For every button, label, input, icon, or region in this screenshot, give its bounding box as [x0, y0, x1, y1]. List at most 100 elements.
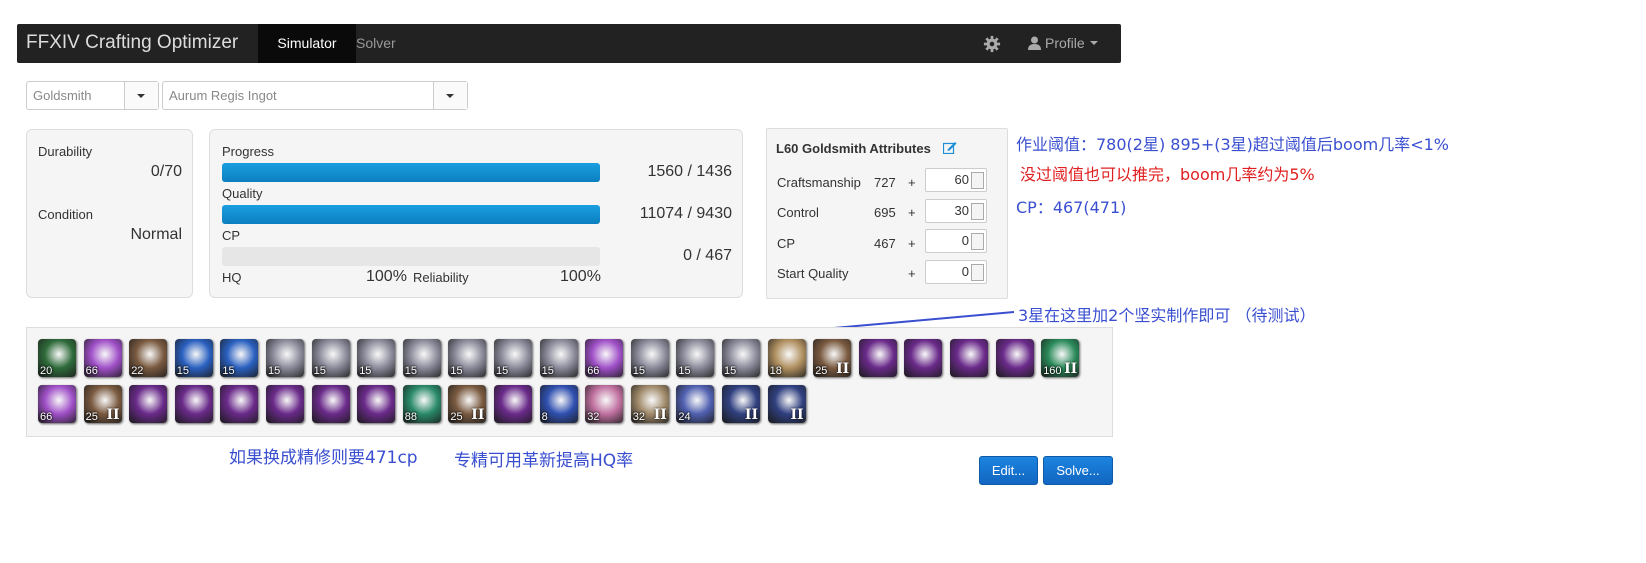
steady-hand-icon[interactable]: 15 — [676, 339, 715, 377]
attr-base: 727 — [874, 175, 896, 190]
action-cost: 15 — [541, 365, 554, 377]
edit-icon[interactable] — [943, 141, 957, 154]
byregot-touch-icon[interactable] — [357, 385, 396, 423]
basic-touch-ii-icon[interactable]: 25 II — [83, 385, 122, 423]
steady-hand-icon[interactable]: 15 — [630, 339, 669, 377]
start-quality-input[interactable]: 0 — [925, 260, 987, 284]
spinner-icon[interactable] — [971, 203, 984, 220]
reflect-icon[interactable]: 32 — [585, 385, 624, 423]
cp-value: 0 / 467 — [683, 247, 732, 264]
quality-value: 11074 / 9430 — [639, 205, 732, 222]
tab-solver[interactable]: Solver — [356, 24, 396, 63]
note-three-star: 3星在这里加2个坚实制作即可 （待测试） — [1018, 306, 1316, 325]
chevron-down-icon — [446, 94, 454, 98]
action-cost: 20 — [40, 365, 53, 377]
steady-hand-icon[interactable]: 15 — [311, 339, 350, 377]
progress-bar — [222, 163, 600, 182]
byregot-touch-icon[interactable] — [995, 339, 1034, 377]
note-threshold: 作业阈值：780(2星) 895+(3星)超过阈值后boom几率<1% — [1016, 135, 1450, 154]
precise-touch-icon[interactable]: 8 — [539, 385, 578, 423]
progress-bar-fill — [222, 163, 600, 182]
cp-input[interactable]: 0 — [925, 229, 987, 253]
spinner-icon[interactable] — [971, 233, 984, 250]
flawless-synthesis-ii-icon[interactable]: II — [722, 385, 760, 423]
hand-touch-icon[interactable]: 22 — [129, 339, 168, 377]
edit-button[interactable]: Edit... — [979, 456, 1038, 485]
steady-hand-icon[interactable]: 15 — [539, 339, 578, 377]
innovation-icon[interactable]: 18 — [767, 339, 806, 377]
tab-simulator[interactable]: Simulator — [258, 24, 356, 63]
recipe-select-toggle[interactable] — [433, 82, 467, 109]
attr-plus: + — [908, 266, 916, 281]
byregot-touch-icon[interactable] — [174, 385, 213, 423]
navbar: FFXIV Crafting Optimizer Simulator Solve… — [17, 24, 1121, 63]
attr-plus: + — [908, 236, 916, 251]
spinner-icon[interactable] — [971, 264, 984, 281]
attr-label: Control — [777, 205, 819, 220]
byregot-touch-icon[interactable] — [311, 385, 350, 423]
quality-bar — [222, 205, 600, 224]
inner-quiet-icon[interactable]: 66 — [38, 385, 76, 423]
byregot-touch-icon[interactable] — [858, 339, 897, 377]
steady-hand-icon[interactable]: 15 — [722, 339, 760, 377]
inner-quiet-icon[interactable]: 66 — [585, 339, 624, 377]
progress-label: Progress — [222, 144, 275, 159]
action-cost: 22 — [131, 365, 144, 377]
byregots-blessing-icon[interactable]: 24 — [676, 385, 715, 423]
steady-hand-icon[interactable]: 15 — [402, 339, 441, 377]
durability-label: Durability — [38, 144, 93, 159]
control-input[interactable]: 30 — [925, 199, 987, 223]
action-cost: 18 — [769, 365, 782, 377]
app-brand[interactable]: FFXIV Crafting Optimizer — [26, 32, 238, 54]
byregot-touch-icon[interactable] — [266, 385, 304, 423]
input-value: 30 — [954, 203, 969, 218]
basic-touch-ii-icon[interactable]: 25 II — [448, 385, 487, 423]
action-cost: 15 — [176, 365, 190, 377]
action-cost: 66 — [85, 365, 98, 377]
action-rank: II — [1064, 361, 1078, 377]
action-cost: 160 — [1043, 365, 1062, 377]
solve-button[interactable]: Solve... — [1043, 456, 1113, 485]
progress-panel: Progress 1560 / 1436 Quality 11074 / 943… — [209, 129, 743, 298]
byregot-touch-icon[interactable] — [129, 385, 168, 423]
flawless-synthesis-ii-icon[interactable]: II — [767, 385, 806, 423]
steady-hand-icon[interactable]: 15 — [266, 339, 304, 377]
great-strides-icon[interactable]: 15 — [174, 339, 213, 377]
manipulation-ii-icon[interactable]: 160 II — [1041, 339, 1080, 377]
input-value: 0 — [961, 264, 969, 279]
basic-touch-ii-icon[interactable]: 25 II — [813, 339, 852, 377]
quality-label: Quality — [222, 186, 263, 201]
class-select-toggle[interactable] — [124, 82, 158, 109]
action-cost: 66 — [587, 365, 600, 377]
class-select[interactable]: Goldsmith — [26, 81, 159, 110]
careful-synthesis-ii-icon[interactable]: 32 II — [630, 385, 669, 423]
action-cost: 88 — [404, 411, 418, 423]
durability-value: 0/70 — [150, 163, 182, 180]
great-strides-icon[interactable]: 15 — [220, 339, 259, 377]
inner-quiet-icon[interactable]: 66 — [83, 339, 122, 377]
class-select-value: Goldsmith — [33, 88, 92, 103]
craftsmanship-input[interactable]: 60 — [925, 168, 987, 192]
steady-hand-icon[interactable]: 15 — [357, 339, 396, 377]
steady-hand-icon[interactable]: 15 — [448, 339, 487, 377]
progress-value: 1560 / 1436 — [647, 163, 732, 180]
profile-menu[interactable]: Profile — [1028, 24, 1098, 63]
action-cost: 15 — [313, 365, 326, 377]
byregot-touch-icon[interactable] — [220, 385, 259, 423]
comfort-zone-icon[interactable]: 20 — [38, 339, 76, 377]
manipulation-icon[interactable]: 88 — [402, 385, 441, 423]
action-cost: 15 — [404, 365, 418, 377]
byregot-touch-icon[interactable] — [494, 385, 532, 423]
reliability-value: 100% — [560, 268, 601, 285]
attr-label: CP — [777, 236, 796, 251]
spinner-icon[interactable] — [971, 172, 984, 189]
action-cost: 32 — [587, 411, 600, 423]
cp-bar — [222, 247, 600, 266]
recipe-select[interactable]: Aurum Regis Ingot — [162, 81, 468, 110]
byregot-touch-icon[interactable] — [950, 339, 988, 377]
byregot-touch-icon[interactable] — [904, 339, 943, 377]
attributes-title: L60 Goldsmith Attributes — [776, 141, 931, 156]
gear-icon[interactable] — [983, 35, 1001, 53]
action-cost: 25 — [815, 365, 828, 377]
steady-hand-icon[interactable]: 15 — [494, 339, 532, 377]
